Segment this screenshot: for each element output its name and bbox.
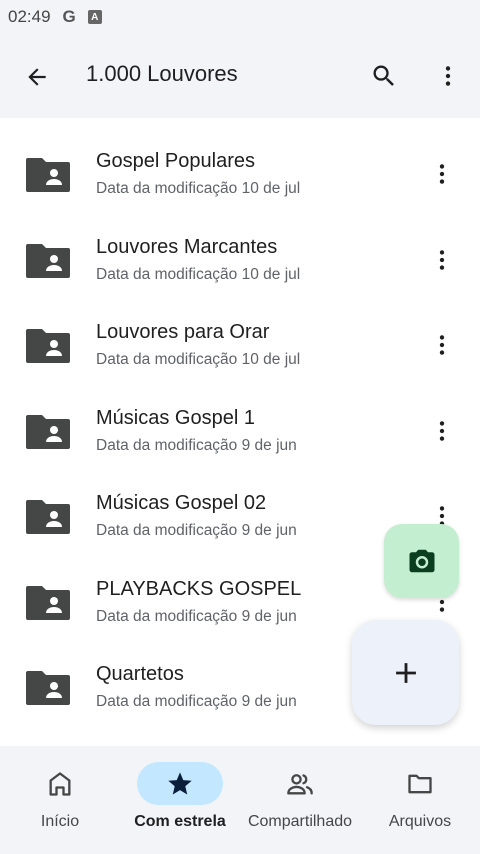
nav-label: Início [40,813,80,830]
folder-icon [408,774,432,793]
modified-date: Data da modificação 9 de jun [96,607,297,625]
item-more-button[interactable] [428,158,456,190]
folder-icon-wrap [24,325,72,365]
folder-icon-wrap [24,240,72,280]
item-more-button[interactable] [428,244,456,276]
shared-folder-icon [26,329,70,363]
nav-item-folder[interactable]: Arquivos [360,746,480,854]
modified-date: Data da modificação 9 de jun [96,693,297,710]
shared-folder-icon [26,158,70,192]
folder-name: Louvores Marcantes [96,235,278,258]
shared-folder-icon [26,243,70,278]
app-bar: 1.000 Louvores [0,34,480,118]
camera-icon [409,549,434,573]
shared-folder-icon [26,585,70,620]
folder-name: Quartetos [96,663,184,685]
shared-folder-icon [26,500,70,534]
modified-date: Data da modificação 9 de jun [96,522,297,539]
modified-date: Data da modificação 9 de jun [96,436,297,454]
folder-icon-wrap [24,582,72,622]
nav-icon-container [137,762,223,805]
more-options-button[interactable] [430,58,466,94]
folder-icon-wrap [24,667,72,707]
status-bar: 02:49 G A [0,0,480,34]
shared-folder-icon [26,671,70,705]
item-more-button[interactable] [428,329,456,361]
search-icon [373,65,394,86]
camera-scan-button[interactable] [384,524,459,598]
bottom-navigation: Início Com estrela Compartilhado Arquivos [0,746,480,854]
folder-name: PLAYBACKS GOSPEL [96,577,302,600]
folder-icon-wrap [24,411,72,451]
list-item[interactable]: Músicas Gospel 1 Data da modificação 9 de… [0,375,480,461]
folder-icon-wrap [24,496,72,536]
search-button[interactable] [366,58,402,94]
notification-status-icon: A [87,10,102,24]
more-vert-icon [439,249,445,270]
folder-icon-wrap [24,154,72,194]
nav-item-people[interactable]: Compartilhado [240,746,360,854]
page-title: 1.000 Louvores [86,61,238,86]
nav-icon-container [17,762,103,805]
nav-label: Com estrela [134,813,226,830]
nav-label: Arquivos [388,813,452,830]
more-vert-icon [439,335,445,355]
nav-icon-container [257,762,343,805]
folder-name: Músicas Gospel 1 [96,406,255,429]
new-item-button[interactable] [352,620,459,725]
folder-name: Gospel Populares [96,150,255,172]
google-status-icon: G [62,7,76,26]
arrow-back-icon [28,68,46,86]
list-item[interactable]: Gospel Populares Data da modificação 10 d… [0,118,480,204]
nav-icon-container [377,762,463,805]
folder-name: Músicas Gospel 02 [96,492,267,514]
nav-item-home[interactable]: Início [0,746,120,854]
list-item[interactable]: Louvores para Orar Data da modificação 10… [0,289,480,375]
more-vert-icon [439,164,445,184]
plus-icon [395,662,416,683]
status-time: 02:49 [8,7,51,26]
list-item[interactable]: Louvores Marcantes Data da modificação 10… [0,204,480,290]
nav-item-star[interactable]: Com estrela [120,746,240,854]
folder-name: Louvores para Orar [96,321,270,343]
more-vert-icon [439,420,445,441]
nav-label: Compartilhado [247,813,353,830]
more-vert-icon [445,66,451,86]
people-icon [287,773,313,794]
modified-date: Data da modificação 10 de jul [96,265,301,283]
back-button[interactable] [20,60,54,94]
home-icon [49,771,71,796]
shared-folder-icon [26,414,70,449]
modified-date: Data da modificação 10 de jul [96,180,301,197]
item-more-button[interactable] [428,415,456,447]
star-icon [168,771,192,794]
modified-date: Data da modificação 10 de jul [96,351,301,368]
